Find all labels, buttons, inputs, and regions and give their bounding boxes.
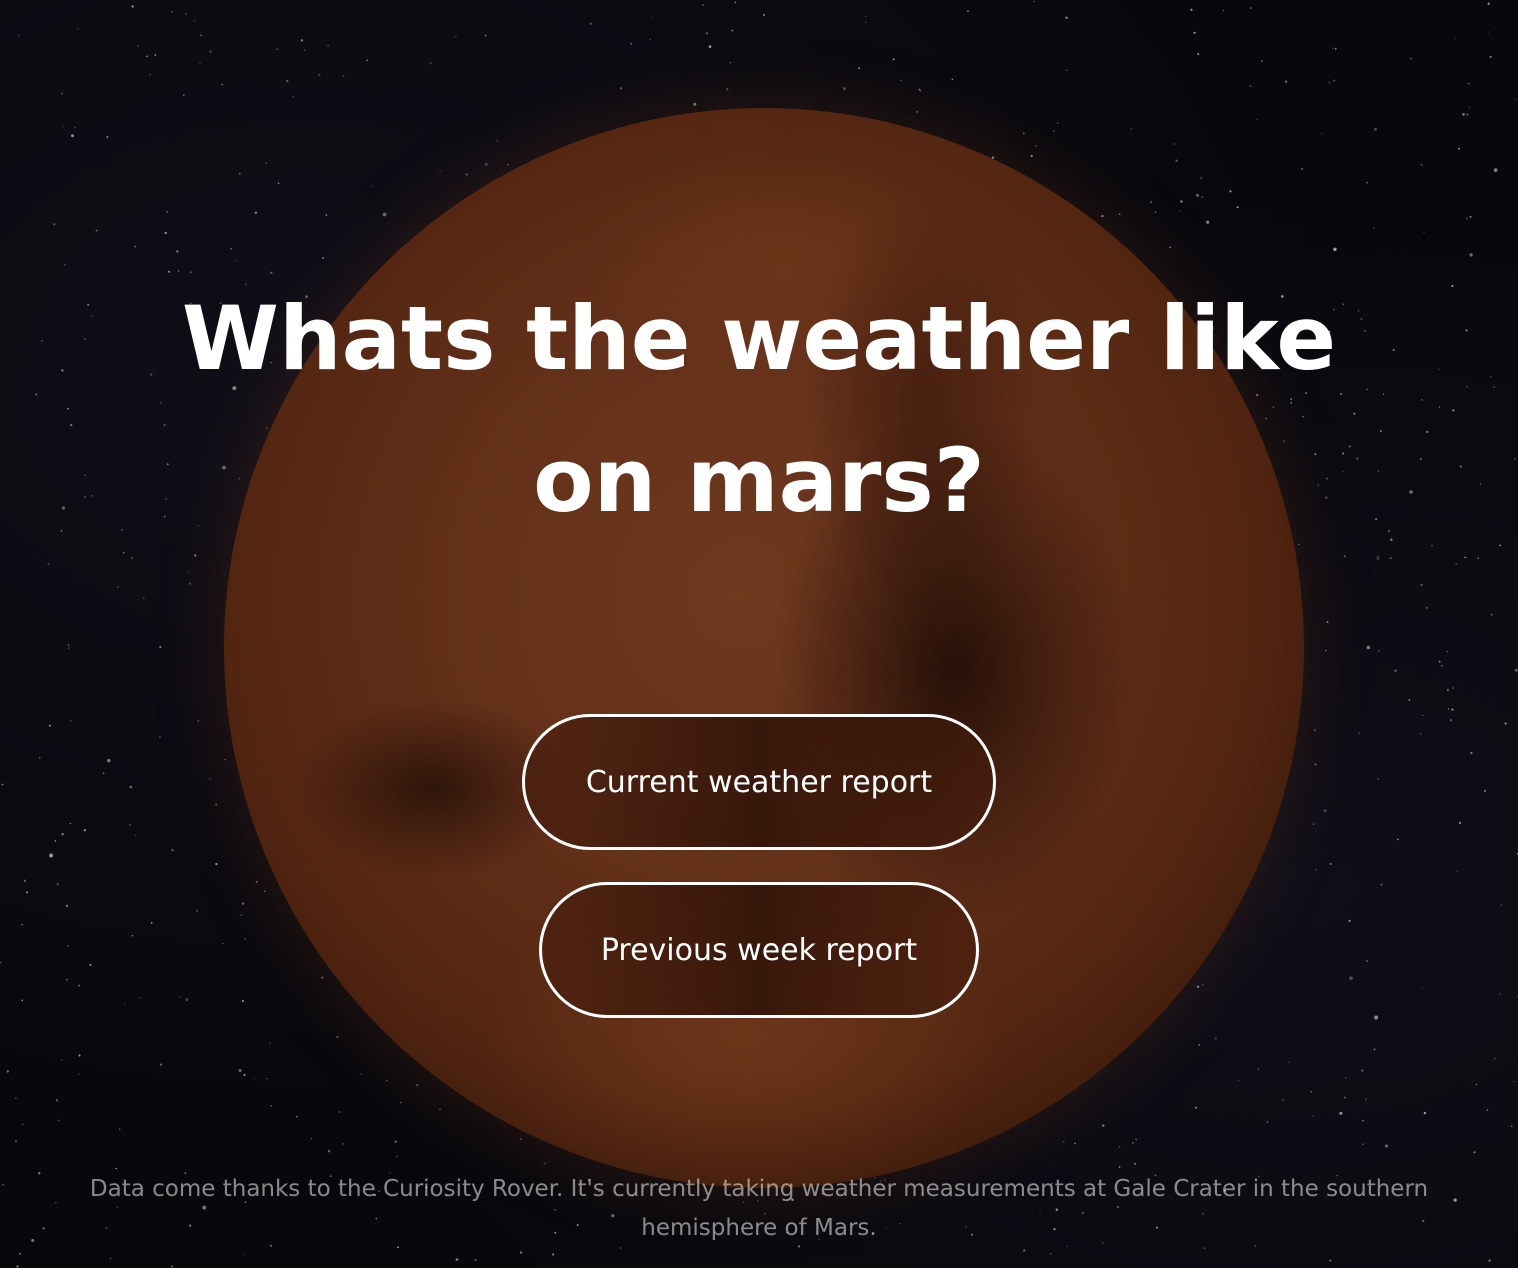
dark-overlay xyxy=(0,0,1518,1268)
current-weather-report-button[interactable]: Current weather report xyxy=(522,714,996,850)
page-title-text: Whats the weather like on mars? xyxy=(181,287,1337,532)
previous-week-report-label: Previous week report xyxy=(600,932,918,968)
previous-week-report-button[interactable]: Previous week report xyxy=(539,882,979,1018)
page-title: Whats the weather like on mars? xyxy=(0,268,1518,552)
landing-page: Whats the weather like on mars? Current … xyxy=(0,0,1518,1268)
data-source-note: Data come thanks to the Curiosity Rover.… xyxy=(89,1176,1429,1241)
current-weather-report-label: Current weather report xyxy=(585,764,933,800)
